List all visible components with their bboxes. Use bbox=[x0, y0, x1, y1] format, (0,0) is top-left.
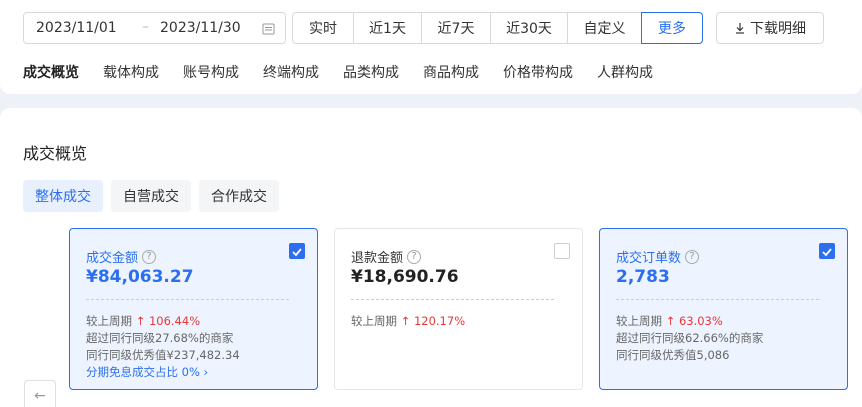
check-icon bbox=[822, 248, 832, 257]
metric-label: 成交金额 ? bbox=[86, 247, 157, 266]
period-7day-button[interactable]: 近7天 bbox=[421, 12, 491, 44]
download-details-button[interactable]: 下载明细 bbox=[716, 12, 824, 44]
metric-label-text: 退款金额 bbox=[351, 251, 404, 266]
subtab-self-operated[interactable]: 自营成交 bbox=[111, 180, 191, 212]
sub-tabs: 整体成交 自营成交 合作成交 bbox=[23, 180, 279, 212]
calendar-icon bbox=[262, 23, 275, 35]
compare-label: 较上周期 bbox=[351, 314, 397, 328]
period-30day-button[interactable]: 近30天 bbox=[490, 12, 568, 44]
metric-value: ¥84,063.27 bbox=[86, 267, 194, 287]
divider bbox=[616, 299, 819, 300]
up-arrow-icon: ↑ bbox=[665, 314, 676, 328]
peer-excellent-text: 同行同级优秀值5,086 bbox=[616, 348, 730, 362]
tab-audience[interactable]: 人群构成 bbox=[597, 62, 653, 82]
peer-rank-text: 超过同行同级27.68%的商家 bbox=[86, 331, 234, 345]
metric-checkbox[interactable] bbox=[554, 243, 570, 259]
compare-label: 较上周期 bbox=[86, 314, 132, 328]
arrow-left-icon: ← bbox=[34, 388, 46, 404]
period-1day-button[interactable]: 近1天 bbox=[353, 12, 422, 44]
metric-details: 较上周期 ↑ 63.03% 超过同行同级62.66%的商家 同行同级优秀值5,0… bbox=[616, 313, 763, 364]
metric-checkbox[interactable] bbox=[289, 243, 305, 259]
tab-price-band[interactable]: 价格带构成 bbox=[503, 62, 573, 82]
metric-details: 较上周期 ↑ 106.44% 超过同行同级27.68%的商家 同行同级优秀值¥2… bbox=[86, 313, 240, 381]
end-date[interactable]: 2023/11/30 bbox=[160, 20, 241, 36]
tab-category[interactable]: 品类构成 bbox=[343, 62, 399, 82]
metric-details: 较上周期 ↑ 120.17% bbox=[351, 313, 465, 330]
tab-carrier[interactable]: 载体构成 bbox=[103, 62, 159, 82]
compare-value: 120.17% bbox=[413, 314, 466, 328]
tab-terminal[interactable]: 终端构成 bbox=[263, 62, 319, 82]
metric-card-gmv[interactable]: 成交金额 ? ¥84,063.27 较上周期 ↑ 106.44% 超过同行同级2… bbox=[69, 228, 318, 390]
compare-value: 63.03% bbox=[678, 314, 723, 328]
metric-checkbox[interactable] bbox=[819, 243, 835, 259]
compare-label: 较上周期 bbox=[616, 314, 662, 328]
subtab-overall[interactable]: 整体成交 bbox=[23, 180, 103, 212]
date-range-picker[interactable]: 2023/11/01 – 2023/11/30 bbox=[23, 12, 286, 44]
metric-card-orders[interactable]: 成交订单数 ? 2,783 较上周期 ↑ 63.03% 超过同行同级62.66%… bbox=[599, 228, 848, 390]
help-icon[interactable]: ? bbox=[685, 249, 700, 264]
period-more-button[interactable]: 更多 bbox=[641, 12, 703, 44]
help-icon[interactable]: ? bbox=[142, 249, 157, 264]
tab-account[interactable]: 账号构成 bbox=[183, 62, 239, 82]
metric-card-refund[interactable]: 退款金额 ? ¥18,690.76 较上周期 ↑ 120.17% bbox=[334, 228, 583, 390]
download-label: 下载明细 bbox=[750, 21, 806, 37]
section-title: 成交概览 bbox=[23, 144, 88, 163]
peer-rank-text: 超过同行同级62.66%的商家 bbox=[616, 331, 764, 345]
date-separator: – bbox=[142, 19, 149, 35]
divider bbox=[351, 299, 554, 300]
start-date[interactable]: 2023/11/01 bbox=[36, 20, 117, 36]
period-realtime-button[interactable]: 实时 bbox=[292, 12, 354, 44]
divider bbox=[86, 299, 289, 300]
metric-label-text: 成交金额 bbox=[86, 251, 139, 266]
metric-label: 成交订单数 ? bbox=[616, 247, 700, 266]
up-arrow-icon: ↑ bbox=[400, 314, 411, 328]
subtab-cooperative[interactable]: 合作成交 bbox=[199, 180, 279, 212]
check-icon bbox=[292, 248, 302, 257]
up-arrow-icon: ↑ bbox=[135, 314, 146, 328]
tab-product[interactable]: 商品构成 bbox=[423, 62, 479, 82]
metric-label: 退款金额 ? bbox=[351, 247, 422, 266]
installment-link[interactable]: 分期免息成交占比 0% › bbox=[86, 364, 240, 381]
period-button-group: 实时 近1天 近7天 近30天 自定义 更多 bbox=[292, 12, 703, 44]
compare-value: 106.44% bbox=[148, 314, 201, 328]
tab-overview[interactable]: 成交概览 bbox=[23, 62, 79, 82]
overview-panel: 成交概览 整体成交 自营成交 合作成交 成交金额 ? ¥84,063.27 较上… bbox=[0, 108, 862, 407]
nav-tabs: 成交概览 载体构成 账号构成 终端构成 品类构成 商品构成 价格带构成 人群构成 bbox=[23, 62, 677, 82]
peer-excellent-text: 同行同级优秀值¥237,482.34 bbox=[86, 348, 240, 362]
help-icon[interactable]: ? bbox=[407, 249, 422, 264]
filter-bar: 2023/11/01 – 2023/11/30 实时 近1天 近7天 近30天 … bbox=[0, 0, 862, 94]
download-icon bbox=[736, 23, 744, 34]
metric-label-text: 成交订单数 bbox=[616, 251, 682, 266]
metric-value: 2,783 bbox=[616, 267, 670, 287]
scroll-left-button[interactable]: ← bbox=[24, 380, 56, 407]
period-custom-button[interactable]: 自定义 bbox=[567, 12, 642, 44]
metric-value: ¥18,690.76 bbox=[351, 267, 459, 287]
